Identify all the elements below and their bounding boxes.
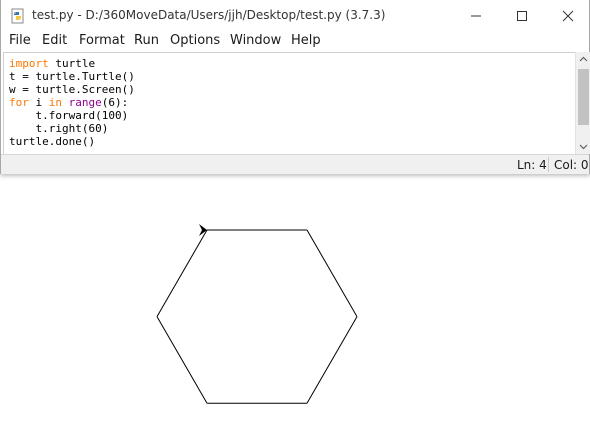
menu-options[interactable]: Options <box>170 33 220 48</box>
code-token: in <box>48 96 62 109</box>
code-line: turtle.done() <box>9 135 95 148</box>
maximize-button[interactable] <box>499 0 545 31</box>
title-bar[interactable]: test.py - D:/360MoveData/Users/jjh/Deskt… <box>1 0 589 31</box>
close-icon <box>562 10 574 21</box>
code-token: turtle <box>48 57 96 70</box>
hexagon-edge <box>306 229 358 317</box>
code-editor[interactable]: import turtle t = turtle.Turtle() w = turt… <box>3 52 575 155</box>
hexagon-edge <box>156 316 208 404</box>
chevron-down-icon <box>579 144 587 150</box>
code-line: t = turtle.Turtle() <box>9 70 135 83</box>
scrollbar-thumb[interactable] <box>578 69 589 125</box>
code-token: turtle.done() <box>9 135 96 148</box>
code-token: i <box>28 96 49 109</box>
chevron-up-icon <box>579 56 587 62</box>
code-line: w = turtle.Screen() <box>9 83 135 96</box>
idle-editor-window: test.py - D:/360MoveData/Users/jjh/Deskt… <box>0 0 590 174</box>
code-token: t.forward(100) <box>9 109 129 122</box>
menu-bar: File Edit Format Run Options Window Help <box>1 31 589 52</box>
code-token: t = turtle.Turtle() <box>9 70 135 83</box>
minimize-icon <box>471 15 481 16</box>
scroll-up-button[interactable] <box>576 52 590 66</box>
code-token: for <box>9 96 29 109</box>
window-title: test.py - D:/360MoveData/Users/jjh/Deskt… <box>32 8 386 22</box>
code-line: import turtle <box>9 57 95 70</box>
vertical-scrollbar[interactable] <box>575 52 590 154</box>
code-token: (6): <box>101 96 129 109</box>
column-number-status: Col: 0 <box>554 158 589 172</box>
code-token: t.right(60) <box>9 122 109 135</box>
menu-format[interactable]: Format <box>79 33 125 48</box>
code-line: t.right(60) <box>9 122 108 135</box>
status-bar: Ln: 4 Col: 0 <box>1 154 589 174</box>
turtle-arrow-icon <box>199 224 207 236</box>
code-line: for i in range(6): <box>9 96 128 109</box>
menu-edit[interactable]: Edit <box>42 33 67 48</box>
scroll-down-button[interactable] <box>576 140 590 154</box>
hexagon-edge <box>306 316 358 404</box>
hexagon-edge <box>156 229 208 317</box>
code-token: w = turtle.Screen() <box>9 83 135 96</box>
status-separator <box>548 157 549 172</box>
menu-window[interactable]: Window <box>230 33 281 48</box>
menu-file[interactable]: File <box>9 33 31 48</box>
turtle-canvas <box>0 180 590 418</box>
code-token: range <box>68 96 102 109</box>
python-file-icon <box>11 8 24 24</box>
close-button[interactable] <box>545 0 590 31</box>
maximize-icon <box>517 10 527 21</box>
code-line: t.forward(100) <box>9 109 128 122</box>
code-token: import <box>9 57 49 70</box>
menu-run[interactable]: Run <box>134 33 159 48</box>
minimize-button[interactable] <box>453 0 499 31</box>
turtle-drawing <box>156 224 358 404</box>
line-number-status: Ln: 4 <box>517 158 547 172</box>
menu-help[interactable]: Help <box>291 33 321 48</box>
